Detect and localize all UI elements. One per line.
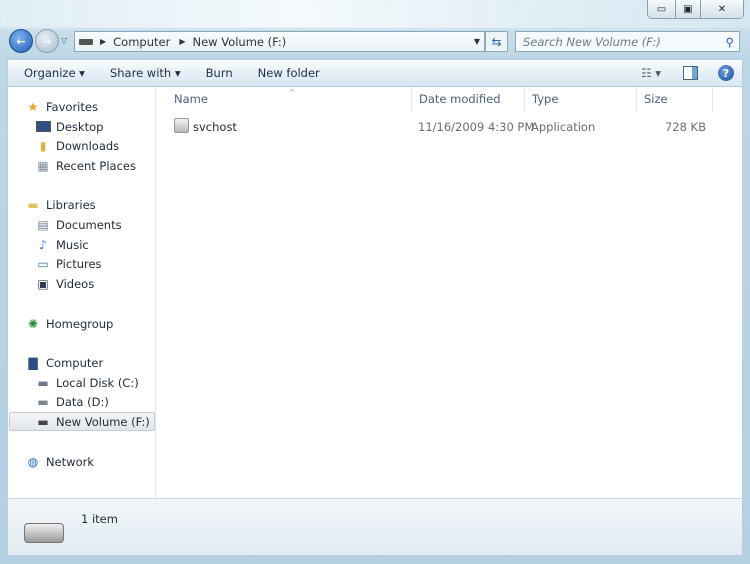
drive-large-icon (24, 523, 64, 543)
explorer-window: ▭ ▣ ✕ ← → ▽ ▶ Computer ▶ New Volume (F:)… (0, 0, 750, 564)
back-arrow-icon: ← (16, 34, 26, 48)
search-input[interactable]: Search New Volume (F:) ⚲ (515, 31, 740, 52)
recent-pages-dropdown-icon[interactable]: ▽ (61, 36, 67, 45)
nav-computer[interactable]: ▇ Computer (25, 353, 103, 372)
file-date: 11/16/2009 4:30 PM (418, 120, 535, 134)
libraries-icon: ▬ (27, 197, 39, 212)
nav-label: Homegroup (46, 316, 114, 331)
nav-documents[interactable]: ▤ Documents (35, 215, 122, 234)
minimize-icon[interactable]: ▭ (648, 0, 675, 18)
music-icon: ♪ (39, 237, 47, 252)
nav-network[interactable]: ◍ Network (25, 452, 94, 471)
nav-label: Music (56, 237, 89, 252)
breadcrumb-new-volume[interactable]: New Volume (F:) (192, 35, 286, 49)
nav-label: Network (46, 454, 95, 469)
item-count: 1 item (81, 512, 118, 526)
title-bar (0, 0, 750, 28)
navigation-pane: ★ Favorites Desktop ▮ Downloads ▦ Recent Pl… (8, 87, 156, 498)
desktop-icon (35, 120, 51, 134)
file-name: svchost (193, 120, 237, 134)
videos-icon: ▣ (37, 276, 49, 291)
downloads-folder-icon: ▮ (39, 138, 47, 153)
close-icon[interactable]: ✕ (700, 0, 743, 18)
organize-label: Organize (24, 66, 76, 80)
computer-icon: ▇ (28, 355, 38, 370)
caption-buttons: ▭ ▣ ✕ (647, 0, 744, 19)
nav-data-d[interactable]: ▬ Data (D:) (35, 392, 109, 411)
nav-music[interactable]: ♪ Music (35, 235, 89, 254)
nav-pictures[interactable]: ▭ Pictures (35, 254, 102, 273)
nav-label: Desktop (56, 119, 104, 134)
breadcrumb-separator-icon[interactable]: ▶ (179, 37, 185, 46)
address-dropdown-icon[interactable]: ▼ (474, 37, 480, 46)
column-date-modified[interactable]: Date modified (412, 87, 525, 112)
breadcrumb-computer[interactable]: Computer (113, 35, 170, 49)
drive-icon (79, 38, 93, 45)
refresh-icon: ⇆ (491, 34, 502, 49)
forward-arrow-icon: → (42, 34, 52, 48)
star-icon: ★ (27, 99, 39, 114)
burn-button[interactable]: Burn (197, 66, 242, 80)
share-with-button[interactable]: Share with ▾ (101, 66, 190, 80)
network-icon: ◍ (27, 454, 39, 469)
share-with-label: Share with (109, 66, 172, 80)
address-bar[interactable]: ▶ Computer ▶ New Volume (F:) ▼ (74, 31, 485, 52)
nav-homegroup[interactable]: ✺ Homegroup (25, 314, 113, 333)
command-bar: Organize ▾ Share with ▾ Burn New folder … (7, 59, 743, 87)
nav-label: Data (D:) (56, 394, 109, 409)
details-pane: 1 item (7, 498, 743, 556)
nav-label: Pictures (56, 256, 102, 271)
breadcrumb-separator-icon[interactable]: ▶ (100, 37, 106, 46)
nav-label: Downloads (56, 138, 120, 153)
recent-places-icon: ▦ (37, 158, 49, 173)
nav-downloads[interactable]: ▮ Downloads (35, 136, 119, 155)
nav-label: Favorites (46, 99, 98, 114)
system-drive-icon: ▬ (37, 375, 49, 390)
column-headers: Name ^ Date modified Type Size (157, 87, 744, 112)
nav-label: Recent Places (56, 158, 136, 173)
nav-label: Videos (56, 276, 95, 291)
application-icon (174, 118, 189, 133)
nav-local-disk-c[interactable]: ▬ Local Disk (C:) (35, 373, 139, 392)
nav-libraries[interactable]: ▬ Libraries (25, 195, 96, 214)
nav-videos[interactable]: ▣ Videos (35, 274, 94, 293)
nav-label: Local Disk (C:) (56, 375, 139, 390)
drive-icon: ▬ (37, 394, 49, 409)
refresh-button[interactable]: ⇆ (485, 31, 508, 52)
nav-new-volume-f[interactable]: ▬ New Volume (F:) (9, 412, 155, 431)
column-type[interactable]: Type (525, 87, 637, 112)
file-type: Application (531, 120, 596, 134)
back-button[interactable]: ← (9, 29, 33, 53)
main-area: ★ Favorites Desktop ▮ Downloads ▦ Recent Pl… (7, 87, 743, 498)
nav-label: New Volume (F:) (56, 414, 150, 429)
search-icon[interactable]: ⚲ (726, 35, 734, 49)
maximize-icon[interactable]: ▣ (675, 0, 700, 18)
nav-label: Libraries (46, 197, 96, 212)
help-icon[interactable]: ? (718, 65, 734, 81)
file-size: 728 KB (664, 120, 706, 134)
new-folder-button[interactable]: New folder (249, 66, 329, 80)
nav-label: Documents (56, 217, 122, 232)
column-size[interactable]: Size (637, 87, 713, 112)
nav-recent-places[interactable]: ▦ Recent Places (35, 156, 136, 175)
file-row[interactable]: svchost 11/16/2009 4:30 PM Application 7… (157, 117, 744, 137)
homegroup-icon: ✺ (27, 316, 39, 331)
documents-icon: ▤ (37, 217, 49, 232)
nav-desktop[interactable]: Desktop (35, 117, 103, 136)
search-placeholder: Search New Volume (F:) (523, 34, 661, 49)
nav-favorites[interactable]: ★ Favorites (25, 97, 98, 116)
sort-ascending-icon: ^ (289, 88, 296, 97)
drive-icon: ▬ (37, 414, 49, 429)
forward-button[interactable]: → (35, 29, 59, 53)
preview-pane-icon[interactable] (683, 66, 698, 80)
pictures-icon: ▭ (37, 256, 49, 271)
organize-button[interactable]: Organize ▾ (15, 66, 94, 80)
nav-label: Computer (46, 355, 104, 370)
change-view-icon[interactable]: ☷ ▾ (641, 66, 661, 80)
